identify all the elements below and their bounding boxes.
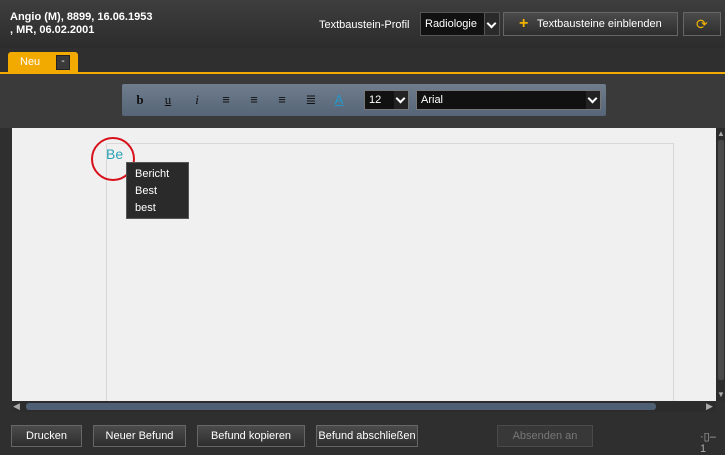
font-family-select[interactable]: Arial <box>416 90 601 110</box>
profile-select-value: Radiologie <box>425 18 477 30</box>
chevron-down-icon[interactable] <box>394 91 408 109</box>
chevron-down-icon[interactable] <box>586 91 600 109</box>
patient-info: Angio (M), 8899, 16.06.1953 , MR, 06.02.… <box>10 11 152 37</box>
font-size-select[interactable]: 12 <box>364 90 409 110</box>
print-button[interactable]: Drucken <box>11 425 82 447</box>
profile-label: Textbaustein-Profil <box>319 19 410 31</box>
chevron-down-icon[interactable] <box>484 13 499 35</box>
tab-close-icon[interactable]: - <box>56 55 70 70</box>
show-snippets-button[interactable]: + Textbausteine einblenden <box>503 12 678 36</box>
new-report-button[interactable]: Neuer Befund <box>93 425 186 447</box>
suggestion-item[interactable]: Bericht <box>127 166 188 183</box>
vertical-scroll-thumb[interactable] <box>718 140 724 380</box>
pager-icon: ·▯– <box>700 431 716 443</box>
align-left-icon[interactable]: ≡ <box>218 92 234 108</box>
align-right-icon[interactable]: ≡ <box>274 92 290 108</box>
underline-icon[interactable]: u <box>160 92 176 108</box>
font-size-value: 12 <box>369 94 382 106</box>
document-page[interactable] <box>106 143 674 403</box>
scroll-down-icon[interactable]: ▼ <box>717 390 725 399</box>
page-indicator: ·▯– 1 <box>700 430 725 455</box>
text-color-icon[interactable]: A <box>331 92 347 108</box>
plus-icon: + <box>519 15 529 32</box>
autocomplete-popup[interactable]: Bericht Best best <box>126 162 189 219</box>
show-snippets-label: Textbausteine einblenden <box>537 18 662 30</box>
align-center-icon[interactable]: ≡ <box>246 92 262 108</box>
refresh-button[interactable]: ⟳ <box>683 12 721 36</box>
tab-bar <box>0 48 725 72</box>
scroll-left-icon[interactable]: ◀ <box>13 401 20 412</box>
suggestion-item[interactable]: Best <box>127 183 188 200</box>
horizontal-scroll-thumb[interactable] <box>26 403 656 410</box>
copy-report-button[interactable]: Befund kopieren <box>197 425 305 447</box>
justify-icon[interactable]: ≣ <box>303 92 319 108</box>
suggestion-item[interactable]: best <box>127 200 188 217</box>
patient-line-2: , MR, 06.02.2001 <box>10 24 95 36</box>
italic-icon[interactable]: i <box>189 92 205 108</box>
format-toolbar: b u i ≡ ≡ ≡ ≣ A 12 Arial <box>122 84 606 116</box>
bold-icon[interactable]: b <box>132 92 148 108</box>
tab-label: Neu <box>20 56 41 68</box>
refresh-icon: ⟳ <box>696 16 708 32</box>
scroll-up-icon[interactable]: ▲ <box>717 129 725 138</box>
page-number: 1 <box>700 443 707 455</box>
close-report-button[interactable]: Befund abschließen <box>316 425 418 447</box>
scroll-right-icon[interactable]: ▶ <box>706 401 713 412</box>
tab-neu[interactable]: Neu - <box>8 52 78 72</box>
font-family-value: Arial <box>421 94 444 106</box>
patient-line-1: Angio (M), 8899, 16.06.1953 <box>10 11 153 23</box>
profile-select[interactable]: Radiologie <box>420 12 500 36</box>
send-to-button: Absenden an <box>497 425 593 447</box>
